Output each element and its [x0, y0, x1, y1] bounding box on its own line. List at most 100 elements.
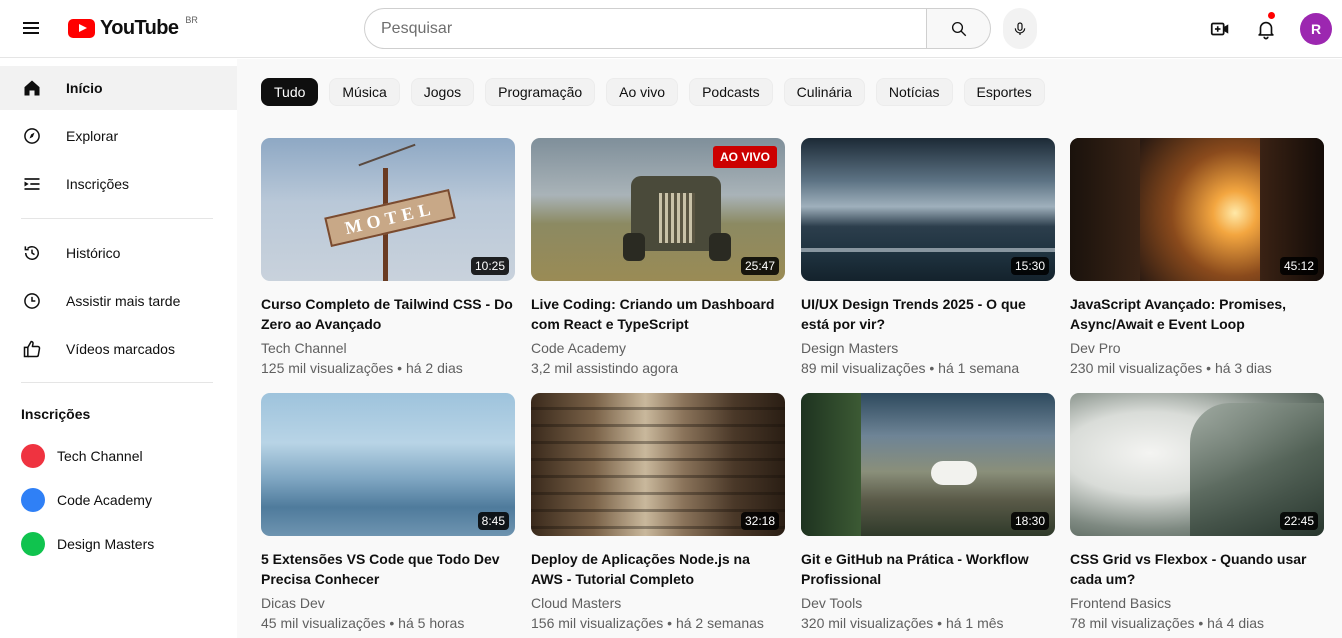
video-meta: 320 mil visualizações • há 1 mês — [801, 615, 1004, 631]
video-card[interactable]: 32:18 Deploy de Aplicações Node.js na AW… — [531, 393, 785, 633]
video-card[interactable]: 22:45 CSS Grid vs Flexbox - Quando usar … — [1070, 393, 1324, 633]
video-title[interactable]: Live Coding: Criando um Dashboard com Re… — [531, 294, 785, 334]
sidebar-item-assistir-mais-tarde[interactable]: Assistir mais tarde — [0, 279, 237, 323]
sidebar-item-label: Explorar — [66, 128, 119, 144]
microphone-icon — [1014, 21, 1026, 35]
home-icon — [20, 76, 44, 100]
channel-name[interactable]: Dev Pro — [1070, 338, 1324, 358]
channel-name[interactable]: Frontend Basics — [1070, 593, 1324, 613]
menu-icon[interactable] — [18, 16, 44, 42]
video-title[interactable]: 5 Extensões VS Code que Todo Dev Precisa… — [261, 549, 515, 589]
video-card[interactable]: MOTEL 10:25 Curso Completo de Tailwind C… — [261, 138, 515, 378]
subscriptions-icon — [20, 172, 44, 196]
subscription-label: Code Academy — [57, 492, 152, 508]
video-title[interactable]: JavaScript Avançado: Promises, Async/Awa… — [1070, 294, 1324, 334]
chip-esportes[interactable]: Esportes — [963, 78, 1045, 106]
chip-podcasts[interactable]: Podcasts — [689, 78, 773, 106]
video-duration: 8:45 — [477, 512, 509, 530]
sidebar-item-explorar[interactable]: Explorar — [0, 114, 237, 158]
video-card[interactable]: AO VIVO 25:47 Live Coding: Criando um Da… — [531, 138, 785, 378]
video-duration: 32:18 — [740, 512, 779, 530]
chip-culinaria[interactable]: Culinária — [783, 78, 865, 106]
channel-name[interactable]: Design Masters — [801, 338, 1055, 358]
video-meta: 78 mil visualizações • há 4 dias — [1070, 615, 1264, 631]
video-meta: 125 mil visualizações • há 2 dias — [261, 360, 463, 376]
video-camera-plus-icon — [1210, 22, 1229, 36]
video-meta: 3,2 mil assistindo agora — [531, 360, 679, 376]
video-title[interactable]: UI/UX Design Trends 2025 - O que está po… — [801, 294, 1055, 334]
sidebar-item-label: Início — [66, 80, 103, 96]
video-title[interactable]: CSS Grid vs Flexbox - Quando usar cada u… — [1070, 549, 1324, 589]
video-thumbnail[interactable]: MOTEL 10:25 — [261, 138, 515, 281]
channel-name[interactable]: Tech Channel — [261, 338, 515, 358]
video-thumbnail[interactable]: 22:45 — [1070, 393, 1324, 536]
video-duration: 18:30 — [1010, 512, 1049, 530]
video-title[interactable]: Deploy de Aplicações Node.js na AWS - Tu… — [531, 549, 785, 589]
channel-avatar — [21, 444, 45, 468]
video-meta: 156 mil visualizações • há 2 semanas — [531, 615, 764, 631]
sidebar-item-inscricoes[interactable]: Inscrições — [0, 162, 237, 206]
notifications-button[interactable] — [1254, 12, 1278, 41]
youtube-logo[interactable]: YouTube BR — [68, 15, 198, 40]
chip-musica[interactable]: Música — [329, 78, 400, 106]
sidebar-item-label: Histórico — [66, 245, 121, 261]
thumbs-up-icon — [20, 337, 44, 361]
search-button[interactable] — [926, 8, 991, 49]
live-badge: AO VIVO — [712, 146, 777, 168]
history-icon — [20, 241, 44, 265]
video-duration: 22:45 — [1279, 512, 1318, 530]
subscription-label: Design Masters — [57, 536, 155, 552]
video-title[interactable]: Curso Completo de Tailwind CSS - Do Zero… — [261, 294, 515, 334]
bell-icon — [1258, 21, 1274, 40]
sidebar-item-historico[interactable]: Histórico — [0, 231, 237, 275]
channel-avatar — [21, 488, 45, 512]
video-card[interactable]: 18:30 Git e GitHub na Prática - Workflow… — [801, 393, 1055, 633]
sidebar-item-label: Assistir mais tarde — [66, 293, 181, 309]
sidebar-item-videos-marcados[interactable]: Vídeos marcados — [0, 327, 237, 371]
region-code: BR — [185, 15, 198, 25]
compass-icon — [20, 124, 44, 148]
user-avatar[interactable]: R — [1300, 13, 1332, 45]
channel-avatar — [21, 532, 45, 556]
channel-name[interactable]: Cloud Masters — [531, 593, 785, 613]
chip-jogos[interactable]: Jogos — [410, 78, 475, 106]
clock-icon — [20, 289, 44, 313]
search-input[interactable] — [364, 8, 926, 49]
video-card[interactable]: 15:30 UI/UX Design Trends 2025 - O que e… — [801, 138, 1055, 378]
video-thumbnail[interactable]: 32:18 — [531, 393, 785, 536]
notification-badge — [1268, 12, 1275, 19]
sidebar-divider — [21, 218, 213, 219]
video-card[interactable]: 45:12 JavaScript Avançado: Promises, Asy… — [1070, 138, 1324, 378]
subscription-tech-channel[interactable]: Tech Channel — [0, 436, 237, 476]
video-thumbnail[interactable]: AO VIVO 25:47 — [531, 138, 785, 281]
video-card[interactable]: 8:45 5 Extensões VS Code que Todo Dev Pr… — [261, 393, 515, 633]
voice-search-button[interactable] — [1003, 8, 1037, 49]
video-title[interactable]: Git e GitHub na Prática - Workflow Profi… — [801, 549, 1055, 589]
subscription-code-academy[interactable]: Code Academy — [0, 480, 237, 520]
subscriptions-heading: Inscrições — [21, 406, 91, 422]
video-duration: 10:25 — [470, 257, 509, 275]
video-thumbnail[interactable]: 18:30 — [801, 393, 1055, 536]
top-header: YouTube BR R — [0, 0, 1342, 58]
video-thumbnail[interactable]: 15:30 — [801, 138, 1055, 281]
chip-noticias[interactable]: Notícias — [875, 78, 953, 106]
sidebar-item-inicio[interactable]: Início — [0, 66, 237, 110]
subscription-design-masters[interactable]: Design Masters — [0, 524, 237, 564]
chip-ao-vivo[interactable]: Ao vivo — [606, 78, 679, 106]
chip-tudo[interactable]: Tudo — [261, 78, 319, 106]
video-meta: 89 mil visualizações • há 1 semana — [801, 360, 1020, 376]
channel-name[interactable]: Dicas Dev — [261, 593, 515, 613]
chip-programacao[interactable]: Programação — [485, 78, 596, 106]
channel-name[interactable]: Dev Tools — [801, 593, 1055, 613]
video-thumbnail[interactable]: 8:45 — [261, 393, 515, 536]
channel-name[interactable]: Code Academy — [531, 338, 785, 358]
video-duration: 45:12 — [1279, 257, 1318, 275]
sidebar: Início Explorar Inscrições Histórico Ass… — [0, 59, 237, 638]
video-meta: 230 mil visualizações • há 3 dias — [1070, 360, 1272, 376]
sidebar-divider — [21, 382, 213, 383]
youtube-play-icon — [68, 18, 95, 38]
create-video-button[interactable] — [1208, 17, 1232, 41]
category-chips: Tudo Música Jogos Programação Ao vivo Po… — [261, 78, 1045, 106]
logo-text: YouTube — [100, 16, 179, 39]
video-thumbnail[interactable]: 45:12 — [1070, 138, 1324, 281]
